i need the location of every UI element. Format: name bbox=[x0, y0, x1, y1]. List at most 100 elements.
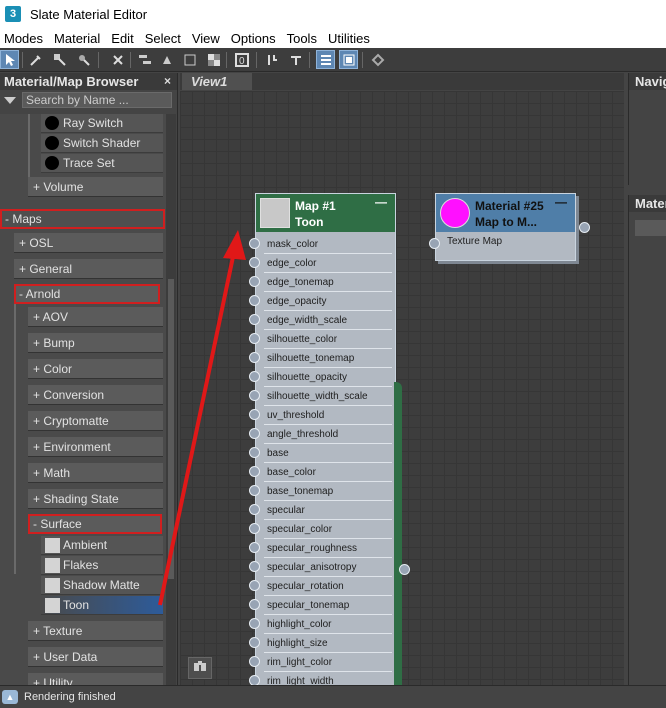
search-input[interactable]: Search by Name ... bbox=[22, 92, 172, 108]
group-general[interactable]: + General bbox=[14, 259, 163, 279]
slate-material-editor-window: 3 Slate Material Editor Modes Material E… bbox=[0, 0, 666, 708]
assign-material-icon[interactable] bbox=[50, 50, 69, 69]
menu-select[interactable]: Select bbox=[145, 31, 181, 46]
close-icon[interactable]: × bbox=[164, 74, 171, 88]
toon-node-subtitle: Toon bbox=[295, 215, 324, 229]
material-node[interactable]: Material #25 Map to M... — Texture Map bbox=[435, 193, 576, 261]
group-conversion[interactable]: + Conversion bbox=[28, 385, 163, 405]
layout-icon[interactable]: 0 bbox=[232, 50, 251, 69]
put-to-scene-icon[interactable] bbox=[74, 50, 93, 69]
scrollbar-thumb[interactable] bbox=[168, 279, 174, 579]
group-aov[interactable]: + AOV bbox=[28, 307, 163, 327]
minimize-icon[interactable]: — bbox=[375, 195, 387, 209]
move-children-icon[interactable] bbox=[135, 50, 154, 69]
hide-unused-slots-icon[interactable] bbox=[157, 50, 176, 69]
group-environment[interactable]: + Environment bbox=[28, 437, 163, 457]
group-color[interactable]: + Color bbox=[28, 359, 163, 379]
input-socket[interactable] bbox=[249, 371, 260, 382]
material-node-header[interactable]: Material #25 Map to M... — bbox=[436, 194, 575, 232]
input-socket[interactable] bbox=[249, 618, 260, 629]
input-socket[interactable] bbox=[249, 580, 260, 591]
slot-silhouette-opacity: silhouette_opacity bbox=[264, 368, 392, 387]
input-socket[interactable] bbox=[249, 599, 260, 610]
output-socket[interactable] bbox=[399, 564, 410, 575]
slot-specular-roughness: specular_roughness bbox=[264, 539, 392, 558]
layout-vertical-icon[interactable] bbox=[262, 50, 281, 69]
slot-texture-map: Texture Map bbox=[447, 236, 503, 247]
browser-title: Material/Map Browser bbox=[4, 74, 139, 89]
parameter-field[interactable] bbox=[635, 220, 666, 236]
menu-edit[interactable]: Edit bbox=[111, 31, 133, 46]
group-arnold[interactable]: - Arnold bbox=[14, 284, 160, 304]
material-sphere-preview bbox=[440, 198, 470, 228]
list-item[interactable]: Switch Shader bbox=[41, 134, 163, 153]
background-checker-icon[interactable] bbox=[204, 50, 223, 69]
input-socket[interactable] bbox=[429, 238, 440, 249]
input-socket[interactable] bbox=[249, 333, 260, 344]
show-map-icon[interactable] bbox=[180, 50, 199, 69]
group-volume[interactable]: + Volume bbox=[28, 177, 163, 197]
list-item[interactable]: Trace Set bbox=[41, 154, 163, 173]
input-socket[interactable] bbox=[249, 276, 260, 287]
group-utility[interactable]: + Utility bbox=[28, 673, 163, 685]
tab-view1[interactable]: View1 bbox=[182, 73, 252, 90]
list-item[interactable]: Flakes bbox=[41, 556, 163, 575]
eyedropper-icon[interactable] bbox=[26, 50, 45, 69]
input-socket[interactable] bbox=[249, 352, 260, 363]
slot-specular: specular bbox=[264, 501, 392, 520]
group-texture[interactable]: + Texture bbox=[28, 621, 163, 641]
output-socket[interactable] bbox=[579, 222, 590, 233]
input-socket[interactable] bbox=[249, 542, 260, 553]
group-shading-state[interactable]: + Shading State bbox=[28, 489, 163, 509]
group-osl[interactable]: + OSL bbox=[14, 233, 163, 253]
input-socket[interactable] bbox=[249, 523, 260, 534]
delete-icon[interactable] bbox=[108, 50, 127, 69]
group-math[interactable]: + Math bbox=[28, 463, 163, 483]
input-socket[interactable] bbox=[249, 314, 260, 325]
input-socket[interactable] bbox=[249, 238, 260, 249]
input-socket[interactable] bbox=[249, 675, 260, 685]
input-socket[interactable] bbox=[249, 561, 260, 572]
input-socket[interactable] bbox=[249, 485, 260, 496]
menu-options[interactable]: Options bbox=[231, 31, 276, 46]
select-tool-icon[interactable] bbox=[0, 50, 19, 69]
list-item[interactable]: Ambient Occlusion bbox=[41, 536, 163, 571]
list-item[interactable]: Shadow Matte bbox=[41, 576, 163, 595]
input-socket[interactable] bbox=[249, 295, 260, 306]
layout-horizontal-icon[interactable] bbox=[286, 50, 305, 69]
list-item-toon[interactable]: Toon bbox=[41, 596, 163, 615]
parameter-editor-toggle-icon[interactable] bbox=[339, 50, 358, 69]
material-map-browser-toggle-icon[interactable] bbox=[316, 50, 335, 69]
input-socket[interactable] bbox=[249, 466, 260, 477]
group-surface[interactable]: - Surface bbox=[28, 514, 162, 534]
input-socket[interactable] bbox=[249, 447, 260, 458]
group-maps[interactable]: - Maps bbox=[0, 209, 165, 229]
app-icon: 3 bbox=[5, 6, 21, 22]
navigation-binoculars-icon[interactable] bbox=[188, 657, 212, 679]
node-view-canvas[interactable]: Map #1 Toon — mask_color edge_color edge_t… bbox=[180, 91, 624, 685]
group-bump[interactable]: + Bump bbox=[28, 333, 163, 353]
input-socket[interactable] bbox=[249, 504, 260, 515]
toon-node-header[interactable]: Map #1 Toon — bbox=[256, 194, 395, 232]
menu-tools[interactable]: Tools bbox=[287, 31, 317, 46]
menu-material[interactable]: Material bbox=[54, 31, 100, 46]
browser-scrollbar[interactable] bbox=[166, 114, 176, 685]
menu-utilities[interactable]: Utilities bbox=[328, 31, 370, 46]
browser-header: Material/Map Browser × bbox=[0, 73, 177, 90]
menu-modes[interactable]: Modes bbox=[4, 31, 43, 46]
input-socket[interactable] bbox=[249, 656, 260, 667]
input-socket[interactable] bbox=[249, 257, 260, 268]
minimize-icon[interactable]: — bbox=[555, 195, 567, 209]
group-user-data[interactable]: + User Data bbox=[28, 647, 163, 667]
input-socket[interactable] bbox=[249, 409, 260, 420]
input-socket[interactable] bbox=[249, 637, 260, 648]
menu-view[interactable]: View bbox=[192, 31, 220, 46]
input-socket[interactable] bbox=[249, 390, 260, 401]
group-cryptomatte[interactable]: + Cryptomatte bbox=[28, 411, 163, 431]
select-by-material-icon[interactable] bbox=[368, 50, 387, 69]
slot-rim-light-width: rim_light_width bbox=[264, 672, 392, 685]
toon-map-node[interactable]: Map #1 Toon — mask_color edge_color edge_t… bbox=[255, 193, 396, 685]
options-triangle-icon[interactable] bbox=[4, 96, 16, 104]
list-item[interactable]: Ray Switch Shader bbox=[41, 114, 163, 149]
input-socket[interactable] bbox=[249, 428, 260, 439]
